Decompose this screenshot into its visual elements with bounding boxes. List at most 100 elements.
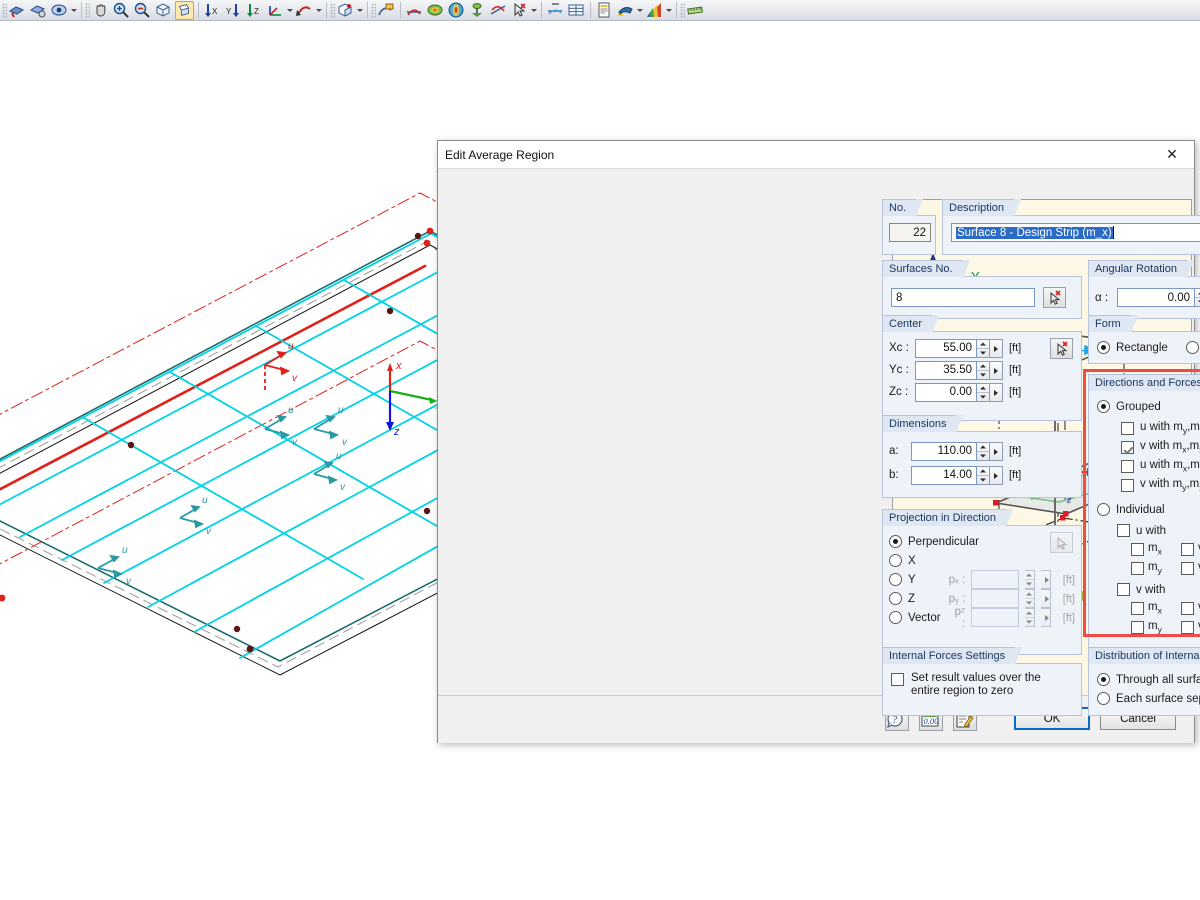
b-input[interactable]: 14.00: [911, 465, 977, 485]
dropdown-arrow-5-icon[interactable]: [530, 1, 538, 20]
diagram-icon[interactable]: [489, 1, 508, 20]
radio-individual[interactable]: [1097, 503, 1110, 516]
table-icon[interactable]: [567, 1, 586, 20]
section-icon[interactable]: [546, 1, 565, 20]
py-dropdown-icon[interactable]: [1040, 589, 1051, 608]
axes-icon[interactable]: [266, 1, 285, 20]
zc-spinner[interactable]: [977, 382, 990, 402]
individual-block-checkbox-2[interactable]: [1117, 583, 1130, 596]
no-value[interactable]: 22: [889, 223, 931, 242]
dropdown-arrow-3-icon[interactable]: [315, 1, 323, 20]
grouped-checkbox-4[interactable]: [1121, 479, 1134, 492]
a-input[interactable]: 110.00: [911, 441, 977, 461]
pan-icon[interactable]: [91, 1, 110, 20]
perspective-icon[interactable]: [175, 0, 194, 20]
form-option-circle[interactable]: Circle: [1185, 338, 1200, 357]
projection-option-y[interactable]: Y pₓ : [ft]: [889, 570, 1075, 589]
px-dropdown-icon[interactable]: [1040, 570, 1051, 589]
px-spinner[interactable]: [1024, 570, 1035, 589]
individual-force-checkbox-2-6[interactable]: [1181, 621, 1194, 634]
view-z-icon[interactable]: Z: [245, 1, 264, 20]
pz-spinner[interactable]: [1024, 608, 1035, 627]
toolbar-grip-3[interactable]: [330, 2, 335, 18]
alpha-spinner[interactable]: [1195, 288, 1200, 307]
main-toolbar[interactable]: X Y Z: [0, 0, 1200, 21]
grouped-checkbox-2[interactable]: [1121, 441, 1134, 454]
surfaces-input[interactable]: 8: [891, 288, 1035, 307]
radio-projection-z[interactable]: [889, 592, 902, 605]
yc-spinner[interactable]: [977, 360, 990, 380]
dropdown-arrow-1-icon[interactable]: [70, 1, 78, 20]
individual-force-checkbox-2-2[interactable]: [1181, 602, 1194, 615]
individual-force-cell-2-5[interactable]: my: [1131, 618, 1181, 637]
report-icon[interactable]: [595, 1, 614, 20]
support-icon[interactable]: [468, 1, 487, 20]
radio-each-surface-separately[interactable]: [1097, 692, 1110, 705]
pick-center-icon[interactable]: [1050, 338, 1073, 359]
isosurface-icon[interactable]: [447, 1, 466, 20]
dropdown-arrow-7-icon[interactable]: [665, 1, 673, 20]
grouped-checkbox-row-2[interactable]: v with mx,mxy,vx,nx,nxy: [1121, 438, 1200, 457]
radio-projection-vector[interactable]: [889, 611, 902, 624]
individual-force-checkbox-1-2[interactable]: [1181, 543, 1194, 556]
individual-force-checkbox-1-6[interactable]: [1181, 562, 1194, 575]
visibility-icon[interactable]: [50, 1, 69, 20]
individual-block-header-2[interactable]: v with: [1117, 580, 1200, 599]
individual-force-cell-2-1[interactable]: mx: [1131, 599, 1181, 618]
projection-option-perpendicular[interactable]: Perpendicular: [889, 532, 1075, 551]
individual-force-checkbox-2-5[interactable]: [1131, 621, 1144, 634]
grouped-checkbox-row-4[interactable]: v with my,mxy,vy,ny,nxy: [1121, 476, 1200, 495]
dropdown-arrow-6-icon[interactable]: [636, 1, 644, 20]
zero-results-checkbox[interactable]: [891, 673, 904, 686]
radio-grouped[interactable]: [1097, 400, 1110, 413]
individual-force-checkbox-2-1[interactable]: [1131, 602, 1144, 615]
toolbar-grip-4[interactable]: [371, 2, 376, 18]
view-y-icon[interactable]: Y: [224, 1, 243, 20]
grouped-checkbox-3[interactable]: [1121, 460, 1134, 473]
description-input[interactable]: Surface 8 - Design Strip (m_x): [951, 223, 1200, 242]
projection-option-z[interactable]: Z pᵧ : [ft]: [889, 589, 1075, 608]
printer-icon[interactable]: [616, 1, 635, 20]
radio-projection-x[interactable]: [889, 554, 902, 567]
individual-radio-row[interactable]: Individual: [1097, 500, 1200, 519]
individual-force-checkbox-1-1[interactable]: [1131, 543, 1144, 556]
alpha-input[interactable]: 0.00: [1117, 288, 1195, 307]
radio-rectangle[interactable]: [1097, 341, 1110, 354]
toolbar-grip[interactable]: [2, 2, 7, 18]
rotate-icon[interactable]: [295, 1, 314, 20]
individual-block-checkbox-1[interactable]: [1117, 524, 1130, 537]
distribution-option-all[interactable]: Through all surfaces: [1097, 670, 1200, 689]
distribution-option-separate[interactable]: Each surface separately: [1097, 689, 1200, 708]
toolbar-grip-2[interactable]: [85, 2, 90, 18]
py-spinner[interactable]: [1024, 589, 1035, 608]
radio-projection-y[interactable]: [889, 573, 902, 586]
py-input[interactable]: [971, 589, 1019, 608]
zoom-out-icon[interactable]: [133, 1, 152, 20]
grouped-checkbox-1[interactable]: [1121, 422, 1134, 435]
dropdown-arrow-2-icon[interactable]: [286, 1, 294, 20]
yc-dropdown-icon[interactable]: [990, 360, 1003, 380]
zoom-in-icon[interactable]: [112, 1, 131, 20]
xc-spinner[interactable]: [977, 338, 990, 358]
b-spinner[interactable]: [977, 465, 990, 485]
pick-projection-icon[interactable]: [1050, 532, 1073, 553]
dropdown-arrow-4-icon[interactable]: [356, 1, 364, 20]
ruler-icon[interactable]: [686, 1, 705, 20]
pz-dropdown-icon[interactable]: [1040, 608, 1051, 627]
radio-perpendicular[interactable]: [889, 535, 902, 548]
individual-force-cell-2-2[interactable]: vx: [1181, 599, 1200, 618]
edit-average-region-dialog[interactable]: Edit Average Region ✕ No. 22 Description…: [437, 140, 1200, 743]
a-dropdown-icon[interactable]: [990, 441, 1003, 461]
individual-force-cell-1-1[interactable]: mx: [1131, 540, 1181, 559]
individual-force-cell-1-2[interactable]: vx: [1181, 540, 1200, 559]
dialog-titlebar[interactable]: Edit Average Region ✕: [438, 141, 1194, 169]
shaded-icon[interactable]: [29, 1, 48, 20]
deformation-icon[interactable]: [405, 1, 424, 20]
projection-option-x[interactable]: X: [889, 551, 1075, 570]
zero-results-checkbox-row[interactable]: Set result values over the entire region…: [891, 672, 1073, 698]
xc-dropdown-icon[interactable]: [990, 338, 1003, 358]
xc-input[interactable]: 55.00: [915, 338, 977, 358]
box-icon[interactable]: [154, 1, 173, 20]
toolbar-grip-5[interactable]: [680, 2, 685, 18]
projection-option-vector[interactable]: Vector pᶻ : [ft]: [889, 606, 1075, 630]
